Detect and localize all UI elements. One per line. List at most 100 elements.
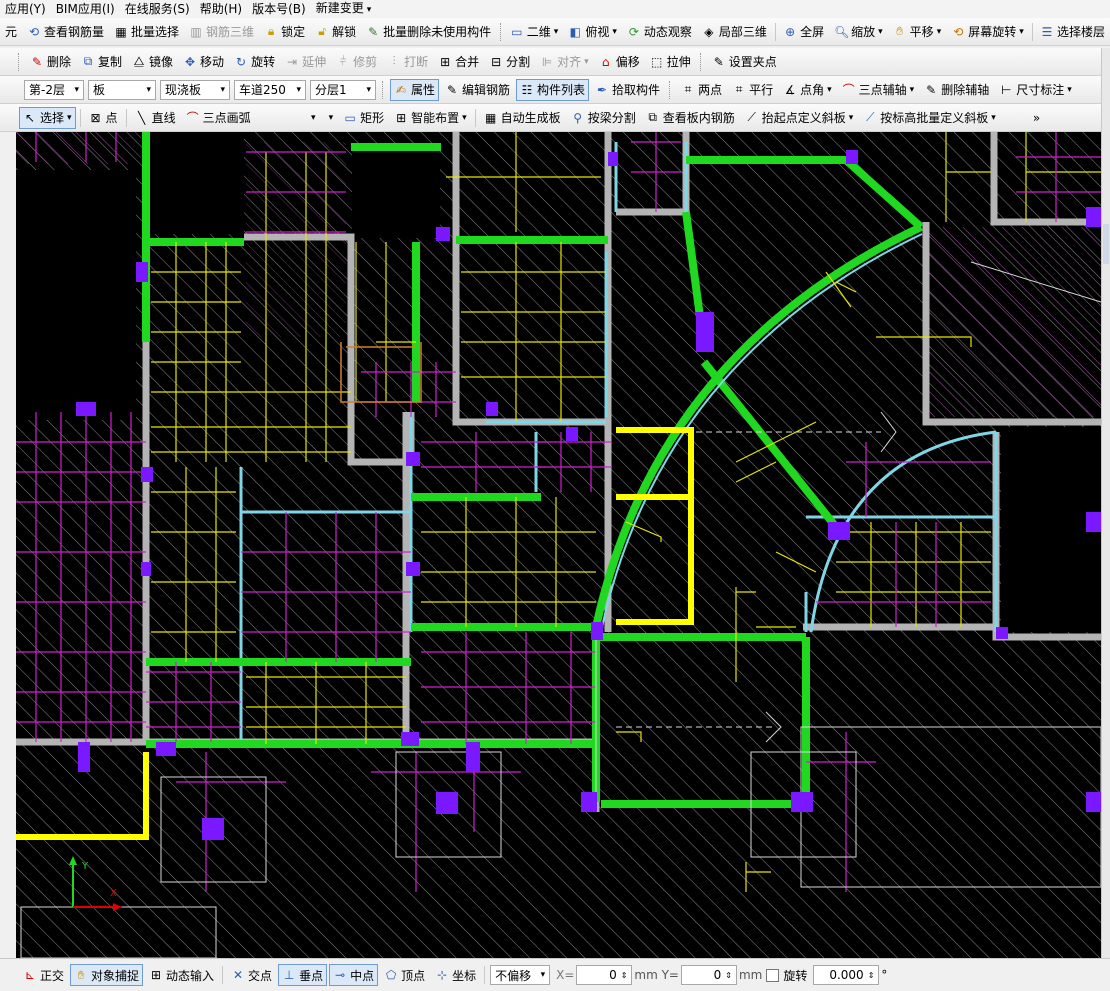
menu-online[interactable]: 在线服务(S) [120,0,195,18]
component-list-button[interactable]: ☷ 构件列表 [516,78,590,101]
ortho-toggle[interactable]: ⊾ 正交 [19,964,68,986]
perpendicular-toggle[interactable]: ⊥ 垂点 [278,964,328,986]
offset-icon: ⌂ [601,54,610,69]
split-button[interactable]: ⊟ 分割 [485,51,534,73]
mirror-button[interactable]: ⧋ 镜像 [128,51,177,73]
unlock-button[interactable]: 🔓︎ 解锁 [311,21,360,43]
rect-button[interactable]: ▭ 矩形 [339,107,388,129]
floor-select[interactable]: 第-2层 ▾ [24,79,84,100]
rotate-checkbox[interactable] [766,968,780,982]
smart-layout-icon: ⊞ [396,110,407,125]
move-button[interactable]: ✥ 移动 [179,51,228,73]
x-label: X= [556,968,575,982]
auto-generate-label: 自动生成板 [500,111,561,125]
menu-version[interactable]: 版本号(B) [247,0,311,18]
parallel-label: 平行 [749,83,774,97]
parallel-button[interactable]: ⌗ 平行 [728,79,777,101]
magnifier-icon: 🔍︎ [834,24,850,39]
pick-component-button[interactable]: ✒ 拾取构件 [591,79,664,101]
partial-left-label: 元 [5,25,18,39]
rotate-icon: ↻ [236,54,247,69]
intersection-toggle[interactable]: ✕ 交点 [227,964,276,986]
batch-select-button[interactable]: ▦ 批量选择 [110,21,183,43]
define-slope-points-dropdown[interactable]: ⟋ 抬起点定义斜板 [741,107,858,129]
menu-bim[interactable]: BIM应用(I) [51,0,120,18]
delete-button[interactable]: ✎ 删除 [26,51,75,73]
pan-label: 平移 [909,25,934,39]
coordinate-toggle[interactable]: ⊹ 坐标 [431,964,480,986]
two-point-button[interactable]: ⌗ 两点 [677,79,726,101]
vertex-toggle[interactable]: ⬠ 顶点 [380,964,429,986]
view-2d-dropdown[interactable]: ▭ 二维 [506,21,563,43]
extend-button[interactable]: ⇥ 延伸 [281,51,330,73]
dynamic-input-toggle[interactable]: ⊞ 动态输入 [145,964,218,986]
more-tools-button[interactable]: » [1029,107,1044,129]
offset-button[interactable]: ⌂ 偏移 [595,51,644,73]
local-3d-button[interactable]: ◈ 局部三维 [698,21,771,43]
batch-define-slope-dropdown[interactable]: ⟋ 按标高批量定义斜板 [859,107,1000,129]
select-floor-button[interactable]: ☰ 选择楼层 [1036,21,1109,43]
local-3d-label: 局部三维 [718,25,767,39]
ortho-label: 正交 [40,968,65,983]
view-2d-icon: ▭ [511,24,523,39]
dynamic-view-button[interactable]: ⟳ 动态观察 [623,21,696,43]
arc-extra-dropdown[interactable] [322,107,338,129]
menu-help[interactable]: 帮助(H) [195,0,247,18]
category-select[interactable]: 板 ▾ [88,79,156,100]
smart-layout-dropdown[interactable]: ⊞ 智能布置 [390,107,471,129]
stretch-button[interactable]: ⬚ 拉伸 [646,51,695,73]
sublayer-select[interactable]: 分层1 ▾ [310,79,376,100]
view-slab-rebar-button[interactable]: ⧉ 查看板内钢筋 [642,107,739,129]
element-select[interactable]: 车道250 ▾ [234,79,306,100]
screen-rotate-dropdown[interactable]: ⟲ 屏幕旋转 [947,21,1028,43]
rotate-input[interactable]: 0.000 ⇕ [813,965,880,985]
dimension-icon: ⊢ [1000,82,1012,97]
auto-generate-button[interactable]: ▦ 自动生成板 [480,107,565,129]
split-by-beam-button[interactable]: ⚲ 按梁分割 [567,107,640,129]
rebar-3d-button[interactable]: ▥ 钢筋三维 [185,21,258,43]
dimension-dropdown[interactable]: ⊢ 尺寸标注 [995,79,1076,101]
y-input[interactable]: 0 ⇕ [680,965,737,985]
type-select[interactable]: 现浇板 ▾ [160,79,230,100]
full-screen-button[interactable]: ⊕ 全屏 [779,21,828,43]
zoom-dropdown[interactable]: 🔍︎ 缩放 [830,21,887,43]
toolbar-view: 元 ⟲ 查看钢筋量 ▦ 批量选择 ▥ 钢筋三维 🔒︎ 锁定 🔓︎ 解锁 ✎ 批量删除未使用构… [0,18,1110,46]
edit-rebar-button[interactable]: ✎ 编辑钢筋 [441,79,514,101]
delete-icon: ✎ [31,54,43,69]
three-point-axis-dropdown[interactable]: ⌒ 三点辅轴 [838,79,919,101]
snap-toggle[interactable]: ✋︎ 对象捕捉 [70,964,144,986]
pan-dropdown[interactable]: ✋︎ 平移 [889,21,946,43]
line-button[interactable]: ╲ 直线 [131,107,180,129]
menu-app[interactable]: 应用(Y) [0,0,51,18]
properties-button[interactable]: ✍ 属性 [390,78,440,101]
menu-new-change[interactable]: 新建变更 [311,0,377,18]
arc-dropdown[interactable]: ⌒ 三点画弧 [182,107,320,129]
midpoint-toggle[interactable]: ⊸ 中点 [329,964,379,986]
partial-left-button[interactable]: 元 [1,21,21,43]
break-label: 打断 [404,55,429,69]
delete-axis-button[interactable]: ✎ 删除辅轴 [920,79,993,101]
drawing-canvas[interactable]: Y X [16,132,1101,958]
right-panel-edge[interactable] [1101,48,1110,958]
extend-icon: ⇥ [287,54,298,69]
top-view-dropdown[interactable]: ◧ 俯视 [564,21,621,43]
view-rebar-button[interactable]: ⟲ 查看钢筋量 [23,21,108,43]
batch-delete-button[interactable]: ✎ 批量删除未使用构件 [362,21,495,43]
merge-button[interactable]: ⊞ 合并 [434,51,483,73]
delete-label: 删除 [47,55,72,69]
copy-button[interactable]: ⧉ 复制 [77,51,126,73]
rotate-button[interactable]: ↻ 旋转 [230,51,279,73]
offset-mode-select[interactable]: 不偏移 ▾ [490,965,551,985]
rect-label: 矩形 [360,111,385,125]
split-beam-icon: ⚲ [573,110,583,125]
select-dropdown[interactable]: ↖ 选择 [19,106,76,129]
x-input[interactable]: 0 ⇕ [576,965,633,985]
break-button[interactable]: ⫶ 打断 [383,51,432,73]
trim-button[interactable]: ⫩ 修剪 [332,51,381,73]
panel-tab[interactable] [1103,224,1109,264]
set-grip-button[interactable]: ✎ 设置夹点 [708,51,781,73]
lock-button[interactable]: 🔒︎ 锁定 [260,21,309,43]
align-dropdown[interactable]: ⊫ 对齐 [536,51,593,73]
point-angle-dropdown[interactable]: ∡ 点角 [779,79,836,101]
point-button[interactable]: ⊠ 点 [85,107,122,129]
